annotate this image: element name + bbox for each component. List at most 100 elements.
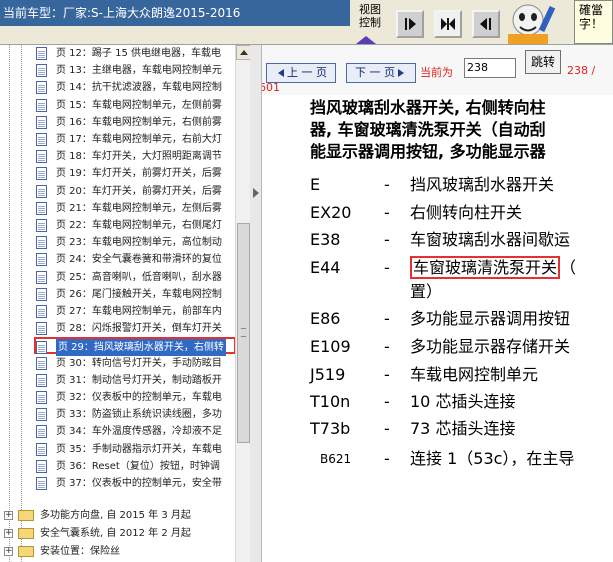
page-tree-item[interactable]: 页 12：踢子 15 供电继电器，车载电	[36, 45, 236, 62]
document-icon	[36, 442, 47, 456]
page-tree-item[interactable]: 页 30：转向信号灯开关，手动防眩目	[36, 355, 236, 372]
page-tree-item[interactable]: 页 15：车载电网控制单元，左侧前雾	[36, 97, 236, 114]
pane-splitter[interactable]	[250, 45, 262, 562]
component-description: 多功能显示器存储开关	[410, 337, 571, 356]
page-tree-item[interactable]: 页 24：安全气囊卷簧和带滑环的复位	[36, 251, 236, 268]
legend-row: B621 - 连接 1（53c），在主导	[310, 447, 613, 471]
page-tree-item[interactable]: 页 16：车载电网控制单元，右侧前雾	[36, 114, 236, 131]
view-control-label: 视图控制	[359, 3, 381, 29]
page-tree-item[interactable]: 页 13：主继电器，车载电网控制单元	[36, 62, 236, 79]
collapse-arrow-icon[interactable]	[253, 188, 259, 198]
page-tree-item[interactable]: 页 36：Reset（复位）按钮，时钟调	[36, 458, 236, 475]
diagram-heading: 挡风玻璃刮水器开关, 右侧转向柱 器, 车窗玻璃清洗泵开关（自动刮 能显示器调用…	[310, 97, 613, 163]
document-icon	[36, 425, 47, 439]
view-split-button[interactable]	[434, 10, 462, 38]
page-tree-item[interactable]: 页 25：高音喇叭，低音喇叭，刮水器	[36, 269, 236, 286]
component-code: E86	[310, 309, 341, 328]
folder-tree-item[interactable]: + 多功能方向盘, 自 2015 年 3 月起	[4, 507, 244, 524]
page-tree-item[interactable]: 页 31：制动信号灯开关，制动踏板开	[36, 372, 236, 389]
view-next-button[interactable]	[396, 10, 424, 38]
component-description: 多功能显示器调用按钮	[410, 309, 571, 328]
page-tree-item-label: 页 36：Reset（复位）按钮，时钟调	[56, 460, 220, 472]
page-tree-item-label: 页 31：制动信号灯开关，制动踏板开	[56, 374, 222, 386]
top-toolbar: 当前车型：厂家:S-上海大众朗逸2015-2016 视图控制 確當字！	[0, 0, 613, 45]
arrow-left-icon	[278, 69, 284, 77]
folder-tree-item-label: 安装位置：保险丝	[40, 546, 120, 557]
folder-tree-item[interactable]: + 安全气囊系统, 自 2012 年 2 月起	[4, 525, 244, 542]
page-tree-item[interactable]: 页 27：车载电网控制单元，前部车内	[36, 303, 236, 320]
document-icon	[36, 408, 47, 422]
next-page-label: 下 一 页	[355, 66, 395, 79]
legend-row: E109 - 多功能显示器存储开关	[310, 335, 613, 359]
expand-icon[interactable]: +	[4, 511, 13, 520]
component-description: 连接 1（53c），在主导	[410, 449, 575, 468]
component-code: E109	[310, 337, 351, 356]
document-icon	[36, 236, 47, 250]
jump-button[interactable]: 跳转	[525, 50, 561, 74]
document-icon	[36, 253, 47, 267]
page-tree-item-label: 页 27：车载电网控制单元，前部车内	[56, 306, 222, 317]
page-number-input[interactable]: 238	[464, 58, 516, 78]
page-tree-item-label: 页 26：尾门接触开关，车载电网控制	[56, 288, 222, 300]
view-prev-button[interactable]	[472, 10, 500, 38]
page-tree-item-label: 页 20：车灯开关，前雾灯开关，后雾	[56, 185, 222, 197]
document-icon	[36, 373, 47, 387]
expand-icon[interactable]: +	[4, 547, 13, 556]
page-tree-item[interactable]: 页 21：车载电网控制单元，左侧后雾	[36, 200, 236, 217]
page-tree-item[interactable]: 页 14：抗干扰滤波器，车载电网控制	[36, 79, 236, 96]
next-page-button[interactable]: 下 一 页	[346, 63, 416, 83]
document-icon	[36, 341, 47, 355]
document-icon	[36, 219, 47, 232]
arrow-right-icon	[405, 18, 416, 30]
page-tree-item[interactable]: 页 32：仪表板中的控制单元，车载电	[36, 389, 236, 406]
expand-icon[interactable]: +	[4, 529, 13, 538]
page-tree-item[interactable]: 页 19：车灯开关，前雾灯开关，后雾	[36, 165, 236, 182]
folder-icon	[18, 510, 34, 521]
heading-line: 挡风玻璃刮水器开关, 右侧转向柱	[310, 98, 546, 117]
page-tree-item[interactable]: 页 29：挡风玻璃刮水器开关，右侧转	[34, 337, 236, 357]
legend-row: T73b - 73 芯插头连接	[310, 417, 613, 441]
scrollbar-thumb[interactable]	[237, 223, 250, 443]
page-tree-item[interactable]: 页 26：尾门接触开关，车载电网控制	[36, 286, 236, 303]
page-tree-item-label: 页 30：转向信号灯开关，手动防眩目	[56, 357, 222, 369]
component-code: T73b	[310, 419, 351, 438]
component-description: 10 芯插头连接	[410, 392, 516, 411]
page-tree[interactable]: 页 12：踢子 15 供电继电器，车载电页 13：主继电器，车载电网控制单元页 …	[0, 45, 250, 562]
sidebar-scrollbar[interactable]	[235, 45, 251, 562]
scroll-up-icon[interactable]	[236, 45, 251, 60]
page-tree-item[interactable]: 页 23：车载电网控制单元，高位制动	[36, 234, 236, 251]
page-tree-item[interactable]: 页 35：手制动器指示灯开关，车载电	[36, 441, 236, 458]
component-description: 车窗玻璃清洗泵开关	[410, 256, 561, 279]
page-tree-item[interactable]: 页 20：车灯开关，前雾灯开关，后雾	[36, 183, 236, 200]
page-tree-item-label: 页 15：车载电网控制单元，左侧前雾	[56, 99, 222, 111]
page-tree-item-label: 页 25：高音喇叭，低音喇叭，刮水器	[56, 271, 222, 283]
document-icon	[36, 184, 47, 198]
document-icon	[36, 270, 47, 284]
document-icon	[36, 305, 47, 318]
folder-tree-item[interactable]: + 安装位置：保险丝	[4, 543, 244, 560]
page-tree-item[interactable]: 页 34：车外温度传感器，冷却液不足	[36, 423, 236, 440]
page-tree-item[interactable]: 页 22：车载电网控制单元，右侧尾灯	[36, 217, 236, 234]
prev-page-button[interactable]: 上 一 页	[266, 63, 336, 83]
legend-dash: -	[384, 392, 390, 411]
component-description: 73 芯插头连接	[410, 419, 516, 438]
car-model-title: 当前车型：厂家:S-上海大众朗逸2015-2016	[0, 0, 350, 26]
folder-icon	[18, 546, 34, 557]
view-control-indicator	[356, 36, 376, 44]
page-tree-item[interactable]: 页 33：防盗锁止系统识读线圈，多功	[36, 406, 236, 423]
legend-dash: -	[384, 203, 390, 222]
page-tree-item-label: 页 18：车灯开关，大灯照明距离调节	[56, 151, 222, 163]
document-icon	[36, 167, 47, 181]
page-tree-item[interactable]: 页 28：闪烁报警灯开关，倒车灯开关	[36, 320, 236, 337]
tree-connector	[9, 45, 10, 562]
heading-line: 能显示器调用按钮, 多功能显示器	[310, 142, 546, 161]
component-code: J519	[310, 365, 346, 384]
page-tree-item[interactable]: 页 18：车灯开关，大灯照明距离调节	[36, 148, 236, 165]
page-tree-item-label: 页 16：车载电网控制单元，右侧前雾	[56, 116, 222, 128]
total-pages: 238 /	[567, 64, 596, 77]
component-code: T10n	[310, 392, 351, 411]
document-icon	[36, 98, 47, 112]
legend-row: J519 - 车载电网控制单元	[310, 363, 613, 387]
page-tree-item[interactable]: 页 37：仪表板中的控制单元，安全带	[36, 475, 236, 492]
page-tree-item[interactable]: 页 17：车载电网控制单元，右前大灯	[36, 131, 236, 148]
